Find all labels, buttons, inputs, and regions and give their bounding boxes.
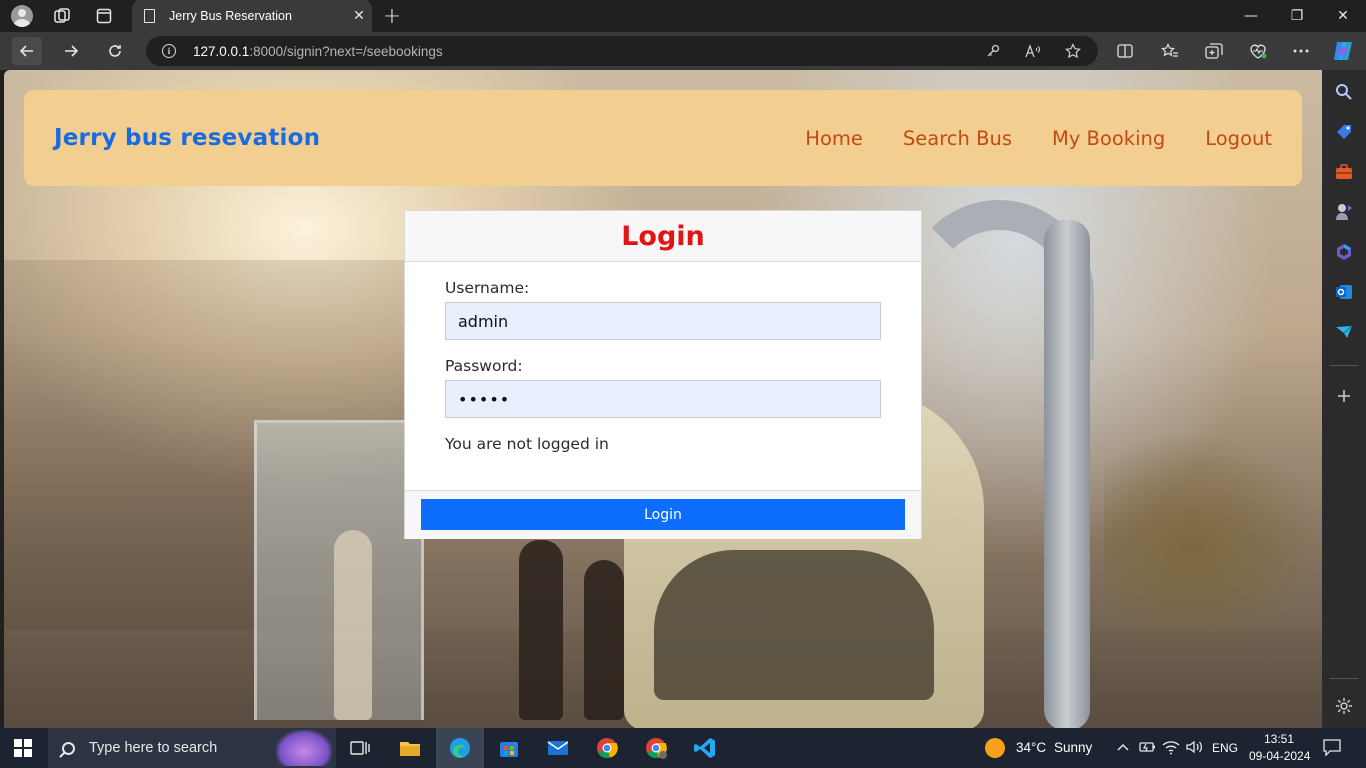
clock-time[interactable]: 13:51 [1264, 732, 1294, 746]
sidebar-m365-icon[interactable] [1334, 242, 1354, 262]
copilot-icon[interactable] [1331, 39, 1355, 63]
nav-my-booking-link[interactable]: My Booking [1052, 127, 1165, 150]
nav-home-link[interactable]: Home [805, 127, 863, 150]
more-menu-icon[interactable] [1291, 41, 1311, 61]
page-icon [144, 9, 155, 23]
battery-icon[interactable] [1138, 737, 1162, 761]
microsoft-store-icon[interactable] [497, 736, 521, 760]
password-label: Password: [445, 357, 523, 375]
background-person [334, 530, 372, 720]
taskbar-search-box[interactable]: Type here to search [48, 728, 336, 768]
read-aloud-icon[interactable] [1024, 42, 1042, 60]
collections-icon[interactable] [1204, 41, 1224, 61]
nav-search-bus-link[interactable]: Search Bus [903, 127, 1012, 150]
site-nav: Home Search Bus My Booking Logout [805, 127, 1272, 150]
search-icon [62, 741, 75, 755]
key-icon[interactable] [984, 42, 1002, 60]
windows-taskbar: Type here to search 34°C Sunny ENG 13:51… [0, 728, 1366, 768]
login-card: Login Username: admin Password: ••••• Yo… [404, 210, 922, 539]
site-info-icon[interactable]: i [162, 44, 176, 58]
site-header: Jerry bus resevation Home Search Bus My … [24, 90, 1302, 186]
password-input[interactable]: ••••• [445, 380, 881, 418]
split-screen-icon[interactable] [1115, 41, 1135, 61]
forward-arrow-icon [65, 45, 79, 57]
username-input[interactable]: admin [445, 302, 881, 340]
forward-button[interactable] [56, 37, 86, 65]
page-viewport: Jerry bus resevation Home Search Bus My … [4, 70, 1322, 728]
refresh-icon [109, 45, 121, 57]
url-host: 127.0.0.1 [193, 43, 250, 59]
weather-sun-icon[interactable] [985, 738, 1005, 758]
taskbar-search-placeholder: Type here to search [89, 740, 218, 756]
favorite-star-icon[interactable] [1064, 42, 1082, 60]
search-highlight-icon [276, 730, 332, 766]
restore-button[interactable]: ❐ [1274, 0, 1320, 32]
favorites-icon[interactable] [1160, 41, 1180, 61]
weather-description[interactable]: Sunny [1054, 740, 1092, 755]
login-card-header: Login [405, 211, 921, 262]
profile-icon[interactable] [10, 4, 34, 28]
mail-icon[interactable] [546, 736, 570, 760]
browser-essentials-icon[interactable] [1248, 41, 1268, 61]
sidebar-games-icon[interactable] [1334, 202, 1354, 222]
login-submit-button[interactable]: Login [421, 499, 905, 530]
back-button[interactable] [12, 37, 42, 65]
sidebar-search-icon[interactable] [1334, 82, 1354, 102]
sidebar-divider-bottom [1330, 678, 1358, 679]
wifi-icon[interactable] [1161, 737, 1185, 761]
username-label: Username: [445, 279, 530, 297]
sidebar-settings-icon[interactable] [1334, 696, 1354, 716]
weather-temperature[interactable]: 34°C [1016, 740, 1046, 755]
browser-toolbar: i 127.0.0.1:8000/signin?next=/seebooking… [0, 32, 1366, 70]
sidebar-divider [1330, 365, 1358, 366]
site-brand-link[interactable]: Jerry bus resevation [54, 125, 320, 151]
browser-tab[interactable]: Jerry Bus Reservation ✕ [132, 0, 372, 32]
browser-tab-bar: Jerry Bus Reservation ✕ + — ❐ ✕ [0, 0, 1366, 32]
window-close-button[interactable]: ✕ [1320, 0, 1366, 32]
sidebar-add-icon[interactable] [1334, 386, 1354, 406]
refresh-button[interactable] [100, 37, 130, 65]
notifications-icon[interactable] [1322, 737, 1346, 761]
back-arrow-icon [19, 45, 33, 57]
sidebar-outlook-icon[interactable] [1334, 282, 1354, 302]
sidebar-shopping-icon[interactable] [1334, 122, 1354, 142]
close-tab-icon[interactable]: ✕ [346, 8, 372, 24]
chrome-profile-icon[interactable] [644, 736, 668, 760]
minimize-button[interactable]: — [1228, 0, 1274, 32]
background-trees [1104, 430, 1322, 660]
tray-chevron-up-icon[interactable] [1113, 737, 1137, 761]
browser-sidebar [1322, 70, 1366, 728]
tab-actions-icon[interactable] [92, 4, 116, 28]
workspaces-icon[interactable] [50, 4, 74, 28]
login-title: Login [621, 220, 705, 252]
url-path: :8000/signin?next=/seebookings [249, 43, 443, 59]
tab-title: Jerry Bus Reservation [169, 9, 292, 23]
input-language[interactable]: ENG [1212, 741, 1238, 755]
sidebar-tools-icon[interactable] [1334, 162, 1354, 182]
volume-icon[interactable] [1184, 737, 1208, 761]
edge-browser-icon[interactable] [448, 736, 472, 760]
background-person [584, 560, 624, 720]
file-explorer-icon[interactable] [398, 736, 422, 760]
background-person [519, 540, 563, 720]
login-status-text: You are not logged in [445, 435, 609, 453]
sidebar-drop-icon[interactable] [1334, 322, 1354, 342]
nav-logout-link[interactable]: Logout [1205, 127, 1272, 150]
vscode-icon[interactable] [693, 736, 717, 760]
windows-start-icon[interactable] [14, 739, 32, 757]
task-view-icon[interactable] [348, 736, 372, 760]
clock-date[interactable]: 09-04-2024 [1249, 749, 1310, 763]
address-bar[interactable]: i 127.0.0.1:8000/signin?next=/seebooking… [146, 36, 1098, 66]
chrome-icon[interactable] [595, 736, 619, 760]
new-tab-button[interactable]: + [380, 4, 404, 29]
background-charger-pole [1044, 220, 1090, 728]
background-bus-window [654, 550, 934, 700]
login-card-footer: Login [405, 490, 921, 539]
